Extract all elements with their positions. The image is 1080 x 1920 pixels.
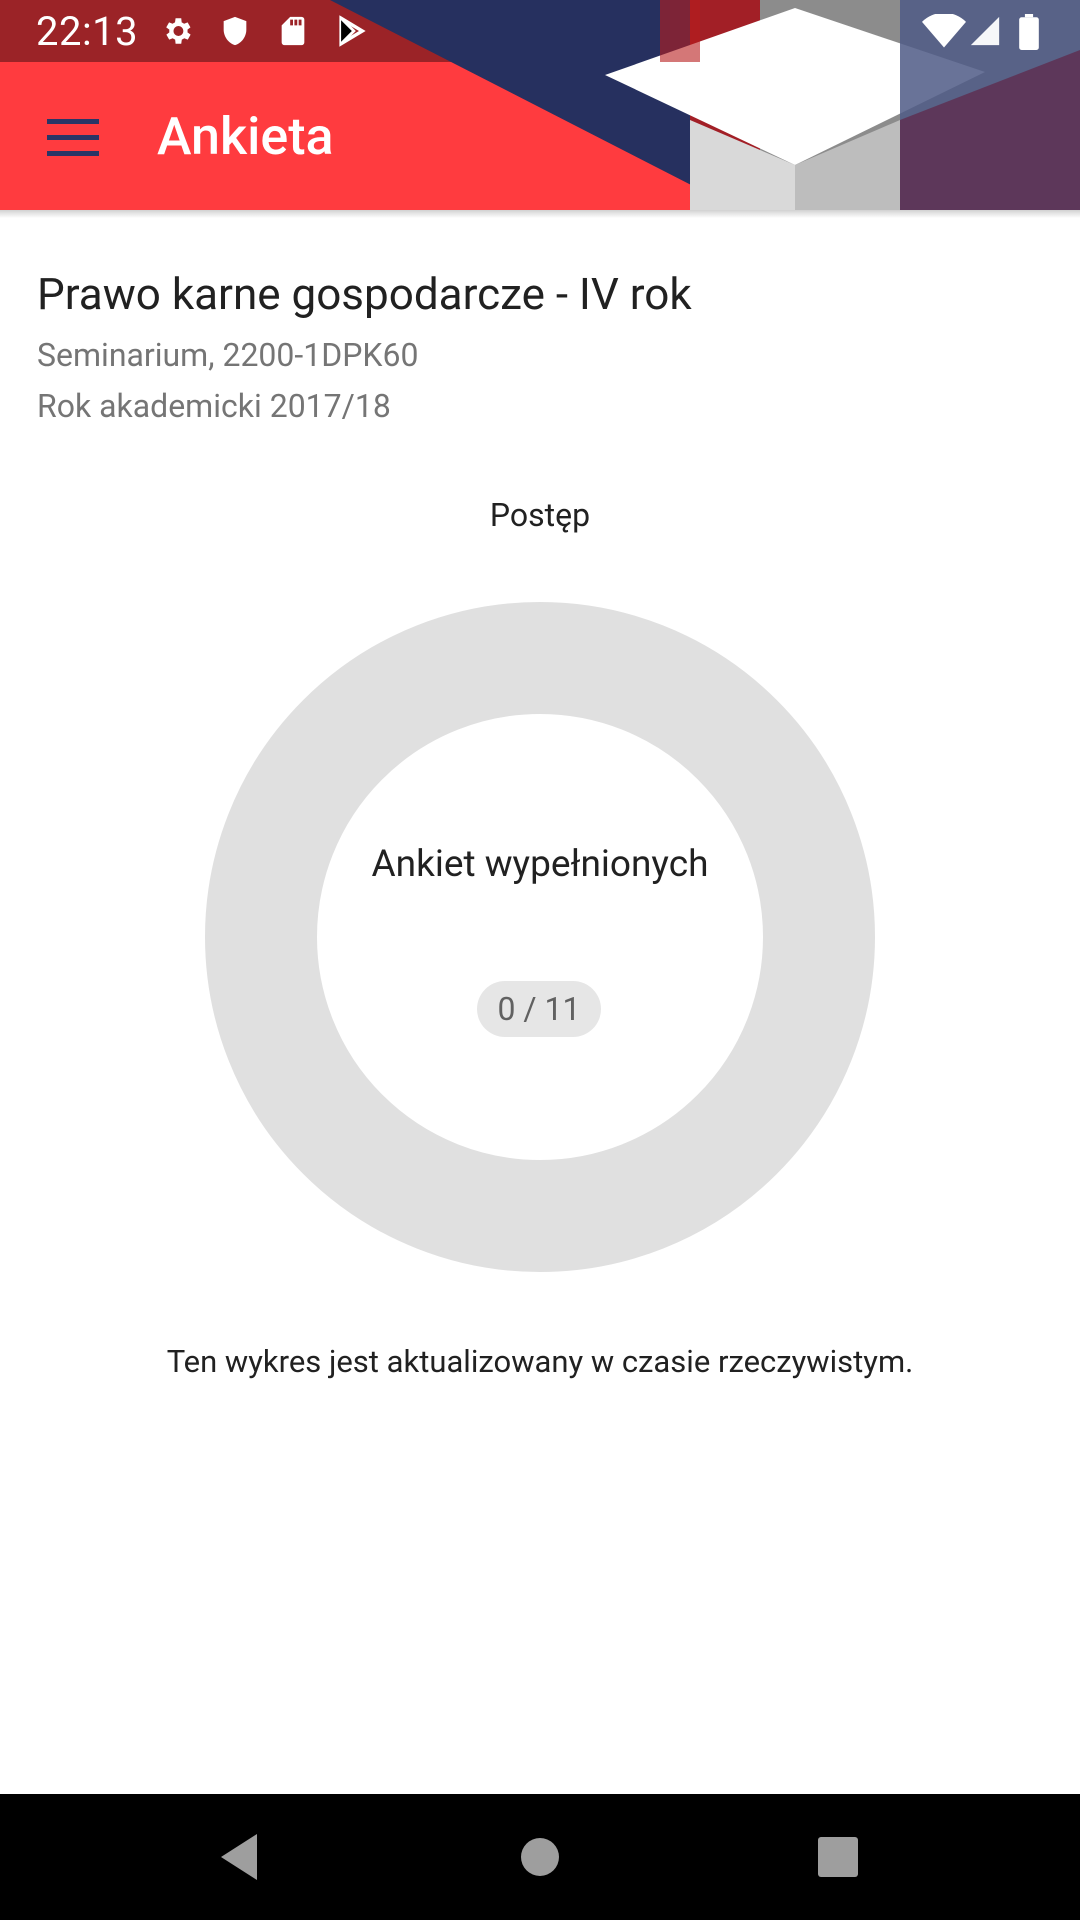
wifi-icon	[922, 12, 966, 52]
battery-icon	[1018, 14, 1040, 54]
progress-ring-track	[205, 602, 875, 1272]
home-button[interactable]	[495, 1814, 585, 1904]
recents-icon	[818, 1837, 858, 1881]
play-store-icon	[334, 14, 368, 52]
progress-heading: Postęp	[489, 496, 591, 534]
sd-card-icon	[276, 14, 310, 52]
back-button[interactable]	[194, 1814, 284, 1904]
status-bar: 22:13	[0, 0, 1080, 62]
navigation-bar	[0, 1794, 1080, 1920]
course-subtitle: Seminarium, 2200-1DPK60	[37, 336, 419, 374]
recents-button[interactable]	[793, 1814, 883, 1904]
app-header: 22:13 Ankieta	[0, 0, 1080, 210]
shield-icon	[218, 14, 252, 52]
academic-year: Rok akademicki 2017/18	[37, 387, 391, 425]
back-icon	[217, 1832, 261, 1886]
home-icon	[520, 1837, 560, 1881]
signal-icon	[968, 14, 1002, 52]
menu-button[interactable]	[30, 100, 116, 180]
menu-icon	[47, 119, 99, 161]
header-shadow	[0, 210, 1080, 218]
app-title: Ankieta	[157, 106, 334, 167]
settings-icon	[160, 14, 194, 52]
filled-surveys-count: 0 / 11	[477, 981, 601, 1037]
filled-surveys-label: Ankiet wypełnionych	[371, 843, 709, 886]
course-title: Prawo karne gospodarcze - IV rok	[37, 268, 692, 320]
progress-donut-chart	[205, 602, 875, 1272]
realtime-note: Ten wykres jest aktualizowany w czasie r…	[166, 1343, 914, 1380]
status-time: 22:13	[36, 8, 139, 55]
